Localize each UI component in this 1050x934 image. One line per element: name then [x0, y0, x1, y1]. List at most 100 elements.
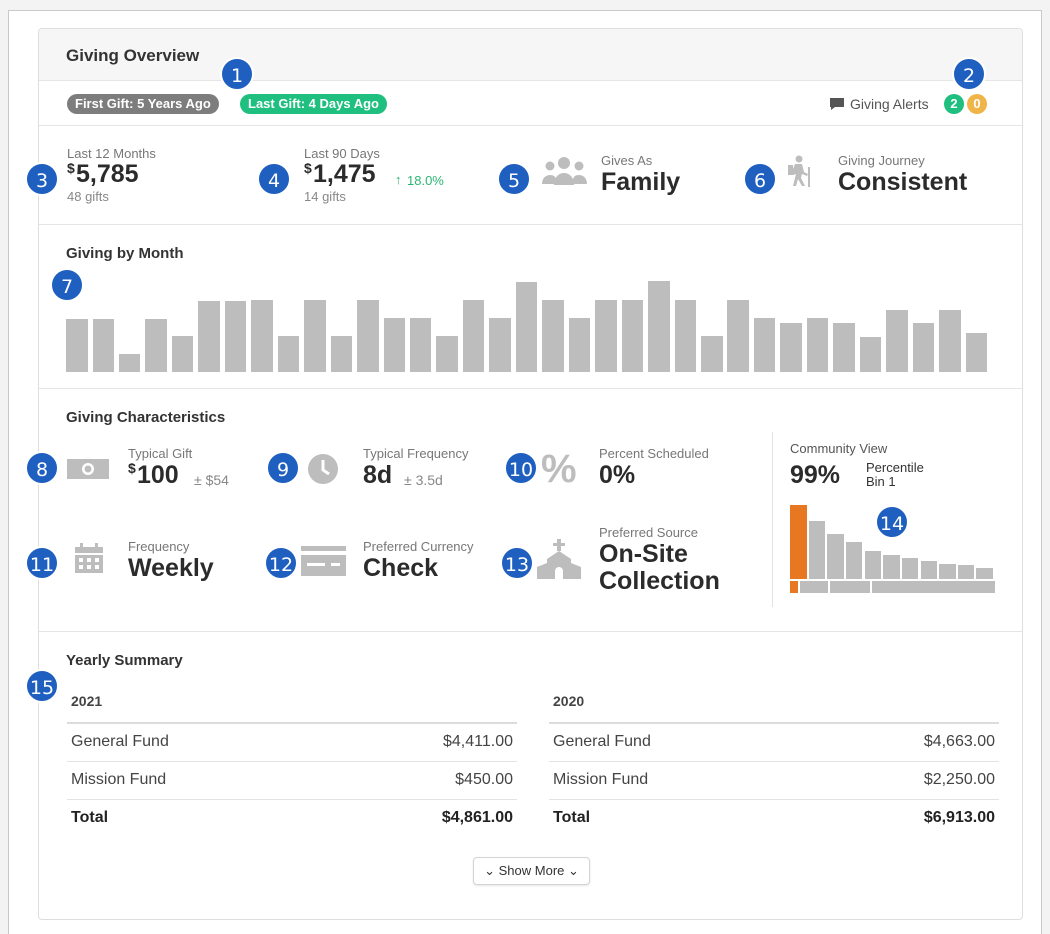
month-bar[interactable] [939, 310, 961, 372]
yearly-summary-table-2020: 2020 General Fund $4,663.00 Mission Fund $… [549, 689, 999, 837]
table-header-row: 2020 [549, 689, 999, 724]
month-bar[interactable] [436, 335, 458, 372]
credit-card-icon [301, 546, 346, 576]
calendar-icon [75, 543, 103, 573]
month-bar[interactable] [251, 299, 273, 372]
show-more-label: Show More [498, 863, 565, 878]
typical-gift-deviation: ± $54 [194, 472, 229, 488]
fund-amount: $450.00 [324, 761, 517, 800]
month-bar[interactable] [118, 354, 141, 372]
divider [39, 224, 1022, 225]
month-bar[interactable] [92, 319, 114, 372]
community-bin-marker [800, 581, 828, 593]
table-row: General Fund $4,663.00 [549, 723, 999, 762]
month-bar[interactable] [753, 318, 776, 372]
giving-by-month-chart [66, 274, 992, 372]
month-bar[interactable] [621, 299, 644, 372]
month-bar[interactable] [701, 335, 723, 372]
fund-amount: $4,663.00 [806, 723, 999, 762]
hiking-icon [785, 155, 813, 187]
preferred-currency-value: Check [363, 554, 439, 582]
month-bar[interactable] [780, 323, 802, 372]
panel-header: Giving Overview [39, 29, 1022, 81]
year-header: 2021 [67, 689, 517, 724]
month-bar[interactable] [66, 319, 88, 372]
month-bar[interactable] [489, 318, 511, 372]
community-view-value: 99% [790, 461, 841, 489]
community-bar [808, 521, 826, 579]
percentile-label: Percentile [866, 460, 924, 475]
month-bar[interactable] [965, 332, 987, 372]
month-bar[interactable] [224, 300, 247, 372]
callout-marker: 10 [504, 451, 538, 485]
community-view-label: Community View [790, 441, 888, 456]
giving-by-month-title: Giving by Month [66, 245, 184, 262]
bin-label: Bin 1 [866, 474, 896, 489]
callout-marker: 9 [266, 451, 300, 485]
last-12-months-label: Last 12 Months [67, 146, 156, 161]
arrow-up-icon: ↑ [395, 172, 402, 187]
month-bar[interactable] [198, 300, 220, 372]
alerts-count-orange[interactable]: 0 [967, 94, 987, 114]
panel-title: Giving Overview [66, 46, 200, 65]
callout-marker: 15 [25, 669, 59, 703]
clock-icon [307, 453, 339, 485]
fund-name: General Fund [67, 723, 325, 762]
community-bar [901, 558, 919, 579]
giving-alerts-label[interactable]: Giving Alerts [850, 96, 929, 112]
chevron-down-icon: ⌄ [568, 863, 579, 878]
month-bar[interactable] [462, 299, 485, 372]
month-bar[interactable] [515, 281, 538, 372]
frequency-label: Frequency [128, 539, 190, 554]
fund-amount: $2,250.00 [806, 761, 999, 800]
percent-scheduled-label: Percent Scheduled [599, 446, 709, 461]
month-bar[interactable] [357, 299, 379, 372]
community-bar [883, 555, 900, 579]
show-more-button[interactable]: ⌄ Show More ⌄ [473, 857, 590, 885]
gives-as-label: Gives As [601, 153, 653, 168]
yearly-summary-table-2021: 2021 General Fund $4,411.00 Mission Fund $… [67, 689, 517, 837]
month-bar[interactable] [330, 335, 353, 372]
month-bar[interactable] [859, 336, 882, 372]
month-bar[interactable] [595, 299, 617, 372]
month-bar[interactable] [806, 318, 829, 372]
alerts-count-green[interactable]: 2 [944, 94, 964, 114]
month-bar[interactable] [304, 299, 326, 372]
month-bar[interactable] [674, 299, 696, 372]
fund-name: Mission Fund [67, 761, 325, 800]
month-bar[interactable] [145, 319, 167, 372]
community-bar [790, 505, 807, 579]
first-gift-badge: First Gift: 5 Years Ago [67, 94, 219, 114]
community-bar [957, 565, 975, 579]
vertical-divider [772, 432, 773, 607]
callout-marker: 5 [497, 162, 531, 196]
callout-marker: 13 [500, 546, 534, 580]
giving-characteristics-title: Giving Characteristics [66, 409, 226, 426]
divider [39, 388, 1022, 389]
month-bar[interactable] [727, 299, 749, 372]
month-bar[interactable] [171, 335, 194, 372]
month-bar[interactable] [409, 318, 432, 372]
month-bar[interactable] [648, 280, 670, 372]
preferred-source-label: Preferred Source [599, 525, 698, 540]
callout-marker: 7 [50, 268, 84, 302]
fund-amount: $4,411.00 [324, 723, 517, 762]
fund-name: Mission Fund [549, 761, 807, 800]
last-90-days-value: 1,475 [313, 160, 376, 188]
month-bar[interactable] [542, 299, 564, 372]
month-bar[interactable] [833, 323, 855, 372]
month-bar[interactable] [277, 335, 300, 372]
chevron-down-icon: ⌄ [484, 863, 495, 878]
table-header-row: 2021 [67, 689, 517, 724]
table-row: Mission Fund $450.00 [67, 761, 517, 800]
percent-icon: % [541, 447, 577, 491]
community-bar [920, 560, 938, 579]
giving-journey-value: Consistent [838, 168, 968, 196]
callout-marker: 1 [220, 57, 254, 91]
month-bar[interactable] [568, 318, 591, 372]
month-bar[interactable] [886, 310, 908, 372]
month-bar[interactable] [383, 318, 405, 372]
month-bar[interactable] [912, 323, 935, 372]
last-90-days-change: 18.0% [407, 173, 444, 188]
community-bin-marker [830, 581, 870, 593]
